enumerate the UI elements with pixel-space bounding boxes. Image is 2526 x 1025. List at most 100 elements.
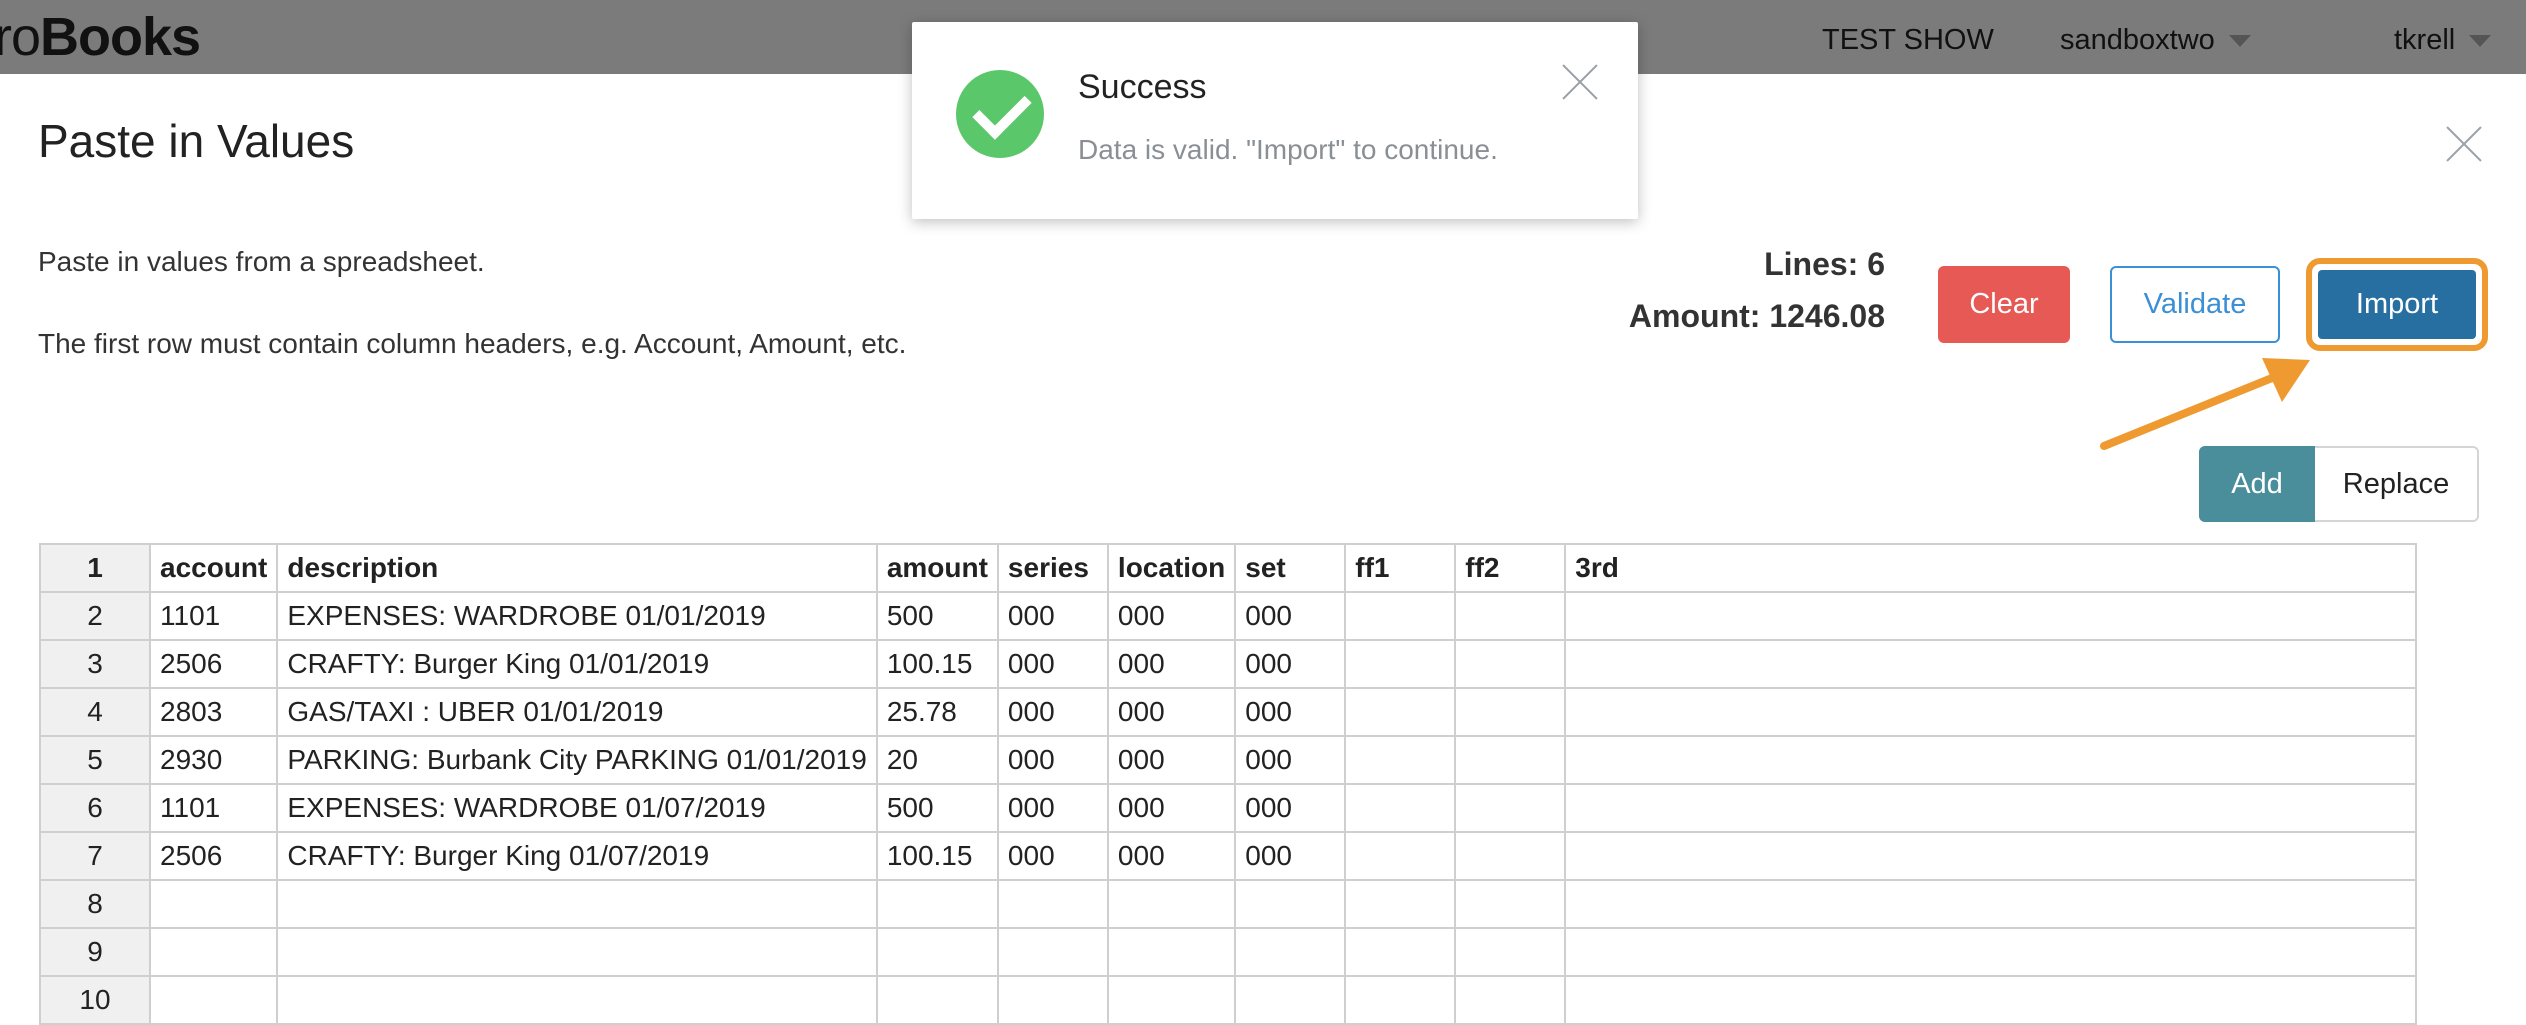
table-cell[interactable]: CRAFTY: Burger King 01/07/2019 (276, 831, 878, 881)
table-cell[interactable] (1454, 975, 1567, 1025)
table-cell[interactable] (276, 927, 878, 977)
table-cell[interactable]: 1101 (148, 783, 279, 833)
table-cell[interactable] (1344, 687, 1457, 737)
table-cell[interactable] (1344, 783, 1457, 833)
table-cell[interactable]: 000 (996, 687, 1109, 737)
column-header-cell[interactable]: ff1 (1344, 543, 1457, 593)
table-cell[interactable] (1454, 639, 1567, 689)
table-cell[interactable]: EXPENSES: WARDROBE 01/01/2019 (276, 591, 878, 641)
column-header-cell[interactable]: amount (875, 543, 999, 593)
table-cell[interactable] (1344, 927, 1457, 977)
table-cell[interactable] (1454, 927, 1567, 977)
table-cell[interactable]: 25.78 (875, 687, 999, 737)
table-cell[interactable] (1344, 879, 1457, 929)
table-cell[interactable] (1564, 879, 2418, 929)
table-cell[interactable] (1344, 831, 1457, 881)
table-cell[interactable] (1106, 975, 1237, 1025)
table-cell[interactable]: PARKING: Burbank City PARKING 01/01/2019 (276, 735, 878, 785)
table-cell[interactable] (1344, 591, 1457, 641)
table-cell[interactable] (1454, 879, 1567, 929)
table-cell[interactable]: 000 (1234, 831, 1347, 881)
table-cell[interactable] (1454, 735, 1567, 785)
table-cell[interactable] (148, 975, 279, 1025)
table-cell[interactable]: 000 (996, 735, 1109, 785)
table-cell[interactable] (148, 879, 279, 929)
table-cell[interactable]: 000 (1234, 639, 1347, 689)
column-header-cell[interactable]: description (276, 543, 878, 593)
table-cell[interactable]: 2506 (148, 639, 279, 689)
table-cell[interactable] (1106, 927, 1237, 977)
table-cell[interactable] (996, 927, 1109, 977)
table-cell[interactable] (276, 879, 878, 929)
table-cell[interactable] (1454, 783, 1567, 833)
user-menu[interactable]: tkrell (2394, 24, 2492, 57)
table-cell[interactable]: 000 (1234, 783, 1347, 833)
table-cell[interactable]: 000 (996, 591, 1109, 641)
table-cell[interactable] (1564, 831, 2418, 881)
validate-button[interactable]: Validate (2110, 266, 2280, 343)
table-cell[interactable]: 000 (1106, 591, 1237, 641)
table-cell[interactable] (276, 975, 878, 1025)
close-icon[interactable] (2444, 124, 2484, 164)
table-cell[interactable]: 000 (996, 639, 1109, 689)
table-cell[interactable] (1454, 591, 1567, 641)
table-cell[interactable] (1234, 879, 1347, 929)
column-header-cell[interactable]: location (1106, 543, 1237, 593)
show-selector[interactable]: TEST SHOW (1822, 24, 1994, 57)
column-header-cell[interactable]: account (148, 543, 279, 593)
table-cell[interactable] (875, 927, 999, 977)
add-button[interactable]: Add (2199, 446, 2315, 522)
table-cell[interactable] (1564, 927, 2418, 977)
table-cell[interactable] (1454, 687, 1567, 737)
app-logo[interactable]: roBooks (0, 6, 201, 68)
table-cell[interactable]: CRAFTY: Burger King 01/01/2019 (276, 639, 878, 689)
table-cell[interactable]: 000 (1234, 591, 1347, 641)
column-header-cell[interactable]: ff2 (1454, 543, 1567, 593)
table-cell[interactable]: 000 (1234, 735, 1347, 785)
table-cell[interactable]: 500 (875, 783, 999, 833)
table-cell[interactable]: 000 (996, 831, 1109, 881)
table-cell[interactable] (1344, 975, 1457, 1025)
table-cell[interactable] (1564, 591, 2418, 641)
table-cell[interactable] (1564, 735, 2418, 785)
import-button[interactable]: Import (2318, 270, 2476, 339)
table-cell[interactable] (1564, 687, 2418, 737)
table-cell[interactable]: 000 (1106, 831, 1237, 881)
table-cell[interactable]: 2803 (148, 687, 279, 737)
table-cell[interactable] (875, 975, 999, 1025)
table-cell[interactable] (1564, 783, 2418, 833)
table-cell[interactable] (1344, 639, 1457, 689)
column-header-cell[interactable]: series (996, 543, 1109, 593)
table-cell[interactable] (996, 879, 1109, 929)
column-header-cell[interactable]: 3rd (1564, 543, 2418, 593)
table-cell[interactable]: 000 (1106, 735, 1237, 785)
table-cell[interactable]: 100.15 (875, 639, 999, 689)
table-cell[interactable]: 100.15 (875, 831, 999, 881)
table-cell[interactable] (996, 975, 1109, 1025)
paste-grid[interactable]: 1 account description amount series location s… (39, 543, 2418, 1025)
close-icon[interactable] (1560, 62, 1600, 102)
replace-button[interactable]: Replace (2315, 446, 2479, 522)
table-cell[interactable] (1234, 975, 1347, 1025)
table-cell[interactable] (1564, 975, 2418, 1025)
table-cell[interactable] (1454, 831, 1567, 881)
table-cell[interactable] (148, 927, 279, 977)
table-cell[interactable]: GAS/TAXI : UBER 01/01/2019 (276, 687, 878, 737)
table-cell[interactable] (1234, 927, 1347, 977)
table-cell[interactable]: 000 (1106, 783, 1237, 833)
table-cell[interactable]: 000 (1106, 639, 1237, 689)
clear-button[interactable]: Clear (1938, 266, 2070, 343)
table-cell[interactable]: 000 (996, 783, 1109, 833)
table-cell[interactable]: EXPENSES: WARDROBE 01/07/2019 (276, 783, 878, 833)
table-cell[interactable]: 20 (875, 735, 999, 785)
table-cell[interactable] (1564, 639, 2418, 689)
column-header-cell[interactable]: set (1234, 543, 1347, 593)
table-cell[interactable]: 500 (875, 591, 999, 641)
table-cell[interactable] (1344, 735, 1457, 785)
table-cell[interactable]: 2930 (148, 735, 279, 785)
table-cell[interactable] (1106, 879, 1237, 929)
table-cell[interactable]: 000 (1234, 687, 1347, 737)
table-cell[interactable]: 1101 (148, 591, 279, 641)
table-cell[interactable]: 2506 (148, 831, 279, 881)
table-cell[interactable] (875, 879, 999, 929)
